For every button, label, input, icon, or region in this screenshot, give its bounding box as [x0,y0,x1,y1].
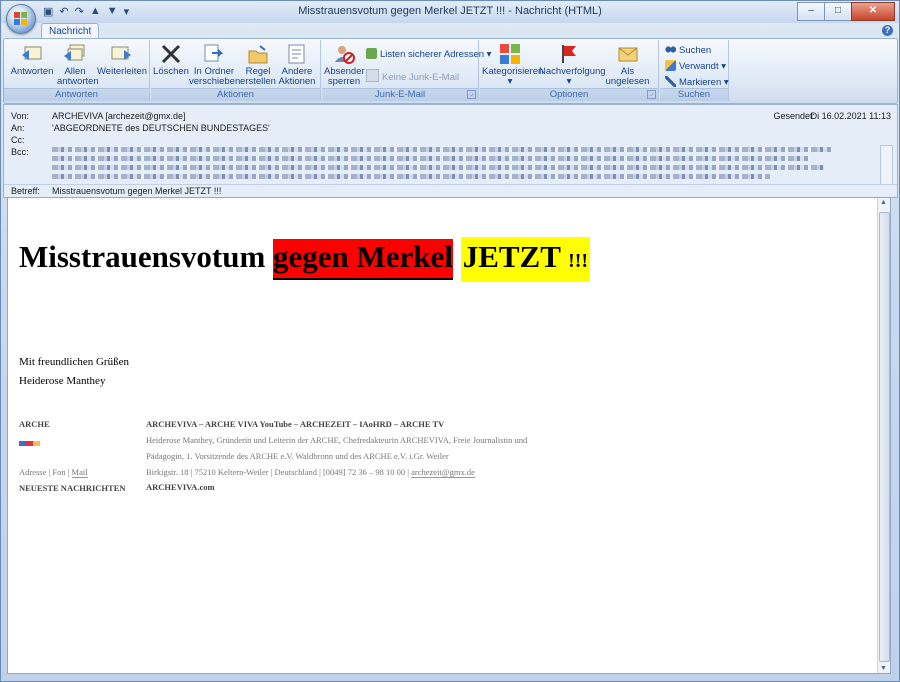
delete-button[interactable]: Löschen [153,43,189,77]
sent-value: Di 16.02.2021 11:13 [810,111,891,121]
group-label-optionen: Optionen [480,88,658,101]
options-dialog-launcher-icon[interactable]: ⌟ [647,90,656,99]
bcc-label: Bcc: [11,147,29,157]
subject-label: Betreff: [11,186,40,196]
reply-icon [22,46,42,60]
group-label-suchen: Suchen [660,88,728,101]
binoculars-icon [665,44,676,55]
minimize-button[interactable]: – [797,2,825,21]
group-aktionen: Löschen In Ordnerverschieben ▾ Regelerst… [151,40,321,101]
maximize-button[interactable]: □ [824,2,852,21]
window-controls: – □ ✕ [797,2,895,21]
to-label: An: [11,123,25,133]
from-value[interactable]: ARCHEVIVA [archezeit@gmx.de] [52,111,186,121]
group-label-junk: Junk-E-Mail [322,88,478,101]
greeting: Mit freundlichen Grüßen [19,356,129,368]
categorize-icon [500,44,520,64]
language-flags-icon [19,437,41,446]
follow-up-button[interactable]: Nachverfolgung ▾ [539,43,606,87]
scroll-up-icon[interactable]: ▲ [880,199,887,206]
help-icon[interactable]: ? [882,25,893,36]
group-optionen: Kategorisieren ▾ Nachverfolgung ▾ Als unge… [480,40,659,101]
group-label-aktionen: Aktionen [151,88,320,101]
group-label-antworten: Antworten [4,88,149,101]
bcc-recipients-redacted [52,147,832,181]
office-button[interactable] [6,4,36,34]
group-junk-email: Absender sperren Listen sicherer Adressen… [322,40,491,101]
forward-button[interactable]: Weiterleiten [97,43,147,77]
sig-description-2: Pädagogin, 1. Vorsitzende des ARCHE e.V.… [146,451,449,461]
sender-name: Heiderose Manthey [19,375,106,387]
find-button[interactable]: Suchen [665,44,711,57]
sig-links-line[interactable]: ARCHEVIVA – ARCHE VIVA YouTube – ARCHEZE… [146,419,444,429]
close-button[interactable]: ✕ [851,2,895,21]
tab-nachricht[interactable]: Nachricht [41,23,100,39]
body-scrollbar[interactable]: ▲ ▼ [877,198,890,673]
sig-site[interactable]: ARCHEVIVA.com [146,482,215,492]
not-junk-icon [366,69,379,82]
outlook-message-window: ▣ ↶ ↷ ▲ ▼ ▾ Misstrauensvotum gegen Merke… [0,0,900,682]
sig-email-link[interactable]: archezeit@gmx.de [411,467,475,478]
related-button[interactable]: Verwandt ▾ [665,60,726,73]
sig-link-fon[interactable]: Fon [52,467,65,477]
subject-value: Misstrauensvotum gegen Merkel JETZT !!! [52,186,222,196]
sent-label: Gesendet: [773,111,815,121]
headline: Misstrauensvotum gegen Merkel JETZT !!! [19,237,591,282]
categorize-button[interactable]: Kategorisieren ▾ [482,43,543,87]
not-junk-button[interactable]: Keine Junk-E-Mail [366,69,459,83]
reply-all-button[interactable]: Allen antworten [57,43,99,87]
from-label: Von: [11,111,30,121]
sig-address-line: Birkigstr. 18 | 75210 Keltern-Weiler | D… [146,467,475,478]
delete-x-icon [161,44,181,64]
scroll-down-icon[interactable]: ▼ [880,665,887,672]
block-sender-icon [335,46,355,64]
headline-part-2: gegen Merkel [273,239,453,280]
headline-part-1: Misstrauensvotum [19,239,266,274]
safe-lists-button[interactable]: Listen sicherer Adressen ▾ [366,48,491,61]
headline-part-3-4: JETZT !!! [460,237,591,282]
ribbon: Antworten Allen antworten Weiterleiten An… [3,38,898,104]
move-folder-icon [204,44,224,62]
bcc-scrollbar[interactable] [880,145,893,185]
office-logo-icon [14,12,28,26]
cc-label: Cc: [11,135,25,145]
sig-arche: ARCHE [19,419,50,429]
safe-lists-icon [366,48,377,59]
junk-dialog-launcher-icon[interactable]: ⌟ [467,90,476,99]
header-divider [4,184,897,185]
title-bar: ▣ ↶ ↷ ▲ ▼ ▾ Misstrauensvotum gegen Merke… [1,1,899,23]
select-cursor-icon [665,76,676,87]
forward-icon [111,46,131,60]
unread-envelope-icon [618,47,637,62]
sig-link-mail[interactable]: Mail [71,467,88,478]
sig-description-1: Heiderose Manthey, Gründerin und Leiteri… [146,435,528,445]
related-icon [665,60,676,71]
window-title: Misstrauensvotum gegen Merkel JETZT !!! … [298,5,602,17]
block-sender-button[interactable]: Absender sperren [324,43,365,87]
reply-all-icon [64,44,85,61]
rule-icon [248,45,268,64]
sig-news[interactable]: NEUESTE NACHRICHTEN [19,483,126,493]
scrollbar-thumb[interactable] [879,212,890,662]
reply-button[interactable]: Antworten [10,43,54,77]
group-suchen: Suchen Verwandt ▾ Markieren ▾ Suchen [660,40,729,101]
follow-up-flag-icon [562,45,576,63]
message-body[interactable]: Misstrauensvotum gegen Merkel JETZT !!! … [7,197,891,674]
sig-link-adresse[interactable]: Adresse [19,467,46,477]
sig-contact-links: Adresse | Fon | Mail [19,467,88,478]
ribbon-tab-row: Nachricht ? [1,23,899,39]
other-actions-icon [288,44,305,64]
to-value[interactable]: 'ABGEORDNETE des DEUTSCHEN BUNDESTAGES' [52,123,270,133]
message-header: Von: ARCHEVIVA [archezeit@gmx.de] Gesend… [3,104,898,198]
group-antworten: Antworten Allen antworten Weiterleiten An… [4,40,150,101]
